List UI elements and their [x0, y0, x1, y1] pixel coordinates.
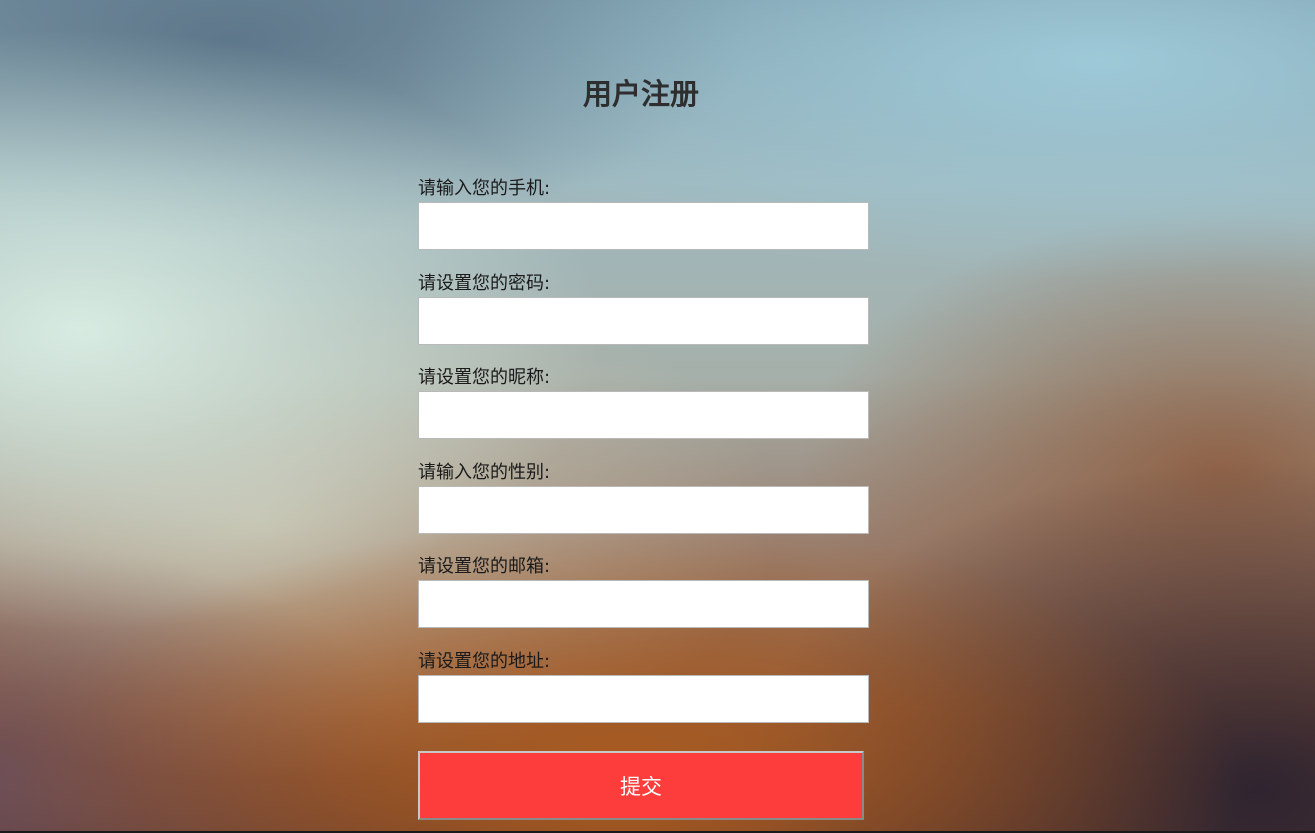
phone-input[interactable] [418, 202, 869, 250]
registration-page: 用户注册 请输入您的手机: 请设置您的密码: 请设置您的昵称: 请输入您的性别:… [0, 0, 1315, 833]
gender-label: 请输入您的性别: [418, 461, 551, 483]
submit-button[interactable]: 提交 [418, 751, 864, 820]
email-field-group: 请设置您的邮箱: [418, 554, 870, 649]
email-input[interactable] [418, 580, 869, 628]
gender-input[interactable] [418, 485, 869, 534]
nickname-input[interactable] [418, 391, 869, 439]
nickname-label: 请设置您的昵称: [418, 367, 551, 388]
page-title: 用户注册 [582, 77, 699, 111]
address-field-group: 请设置您的地址: [418, 649, 870, 744]
phone-field-group: 请输入您的手机: [418, 176, 870, 271]
email-label: 请设置您的邮箱: [418, 556, 551, 577]
password-input[interactable] [418, 296, 869, 345]
address-label: 请设置您的地址: [418, 650, 551, 672]
password-label: 请设置您的密码: [418, 272, 551, 294]
phone-label: 请输入您的手机: [418, 178, 551, 199]
registration-form: 请输入您的手机: 请设置您的密码: 请设置您的昵称: 请输入您的性别: 请设置您… [418, 176, 870, 743]
gender-field-group: 请输入您的性别: [418, 460, 870, 555]
password-field-group: 请设置您的密码: [418, 271, 870, 366]
nickname-field-group: 请设置您的昵称: [418, 365, 870, 460]
address-input[interactable] [418, 674, 869, 723]
